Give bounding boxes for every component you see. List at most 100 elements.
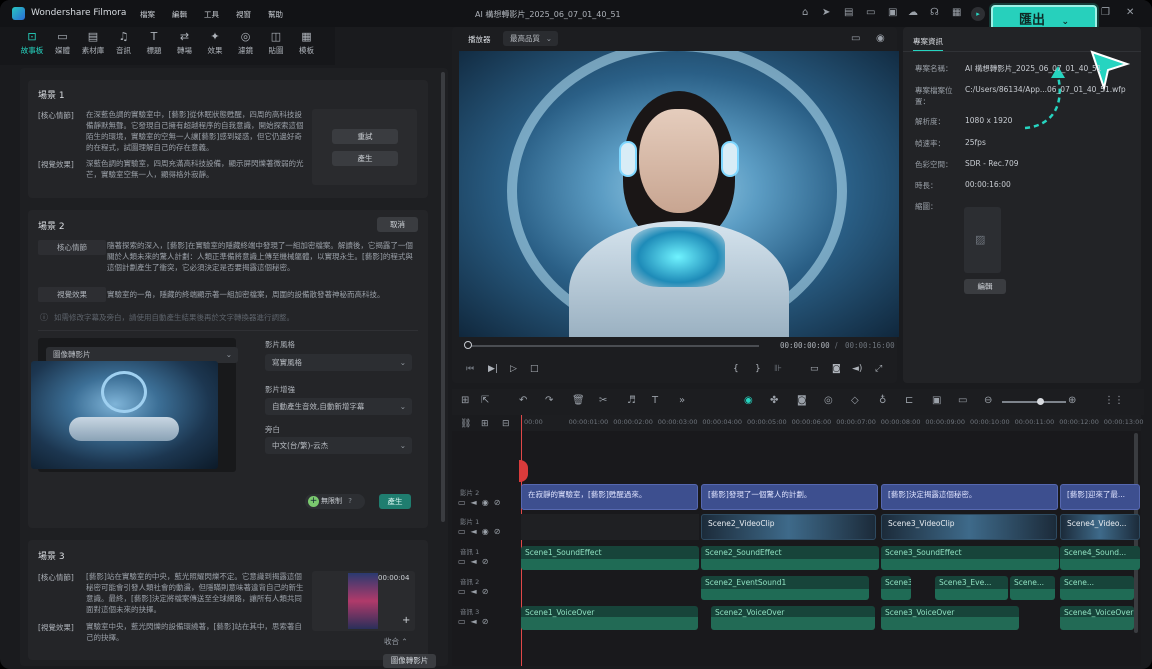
cancel-button[interactable]: 取消 (377, 217, 418, 232)
subtitle-icon[interactable]: ▭ (958, 395, 967, 406)
split-icon[interactable]: ⊪ (774, 364, 782, 374)
tool-4[interactable]: ♫ 音訊 (110, 30, 138, 56)
mic-icon[interactable]: ♁ (879, 395, 886, 406)
track-controls-icon[interactable]: ▭◄◉⊘ (458, 527, 505, 536)
scene1-generate-button[interactable]: 產生 (332, 151, 398, 166)
track-controls-icon[interactable]: ▭◄⊘ (458, 587, 493, 596)
title-clip[interactable]: [藝影]迎來了最... (1060, 484, 1140, 510)
tool-5[interactable]: T 標題 (140, 30, 168, 56)
enhance-select[interactable]: 自動產生音效,自動新增字幕 ⌄ (265, 398, 412, 415)
voiceover-clip[interactable]: Scene4_VoiceOver (1060, 606, 1134, 630)
video-clip[interactable]: Scene3_VideoClip (881, 514, 1057, 540)
grid-view-icon[interactable]: ⊞ (461, 395, 469, 406)
zoom-slider-handle[interactable] (1037, 398, 1044, 405)
grid-icon[interactable]: ▦ (952, 7, 961, 18)
text-icon[interactable]: T (652, 395, 658, 406)
ai-icon[interactable]: ◉ (744, 395, 753, 406)
project-info-tab[interactable]: 專案資訊 (913, 36, 943, 52)
play-button[interactable]: ▷ (510, 364, 517, 374)
display-icon[interactable]: ▭ (810, 364, 819, 374)
scrollbar[interactable] (441, 72, 445, 522)
undo-icon[interactable]: ↶ (519, 395, 527, 406)
eye-icon[interactable]: ◉ (876, 33, 885, 44)
image-to-video-button[interactable]: 圖像轉影片 (383, 654, 436, 668)
record-icon[interactable]: ◙ (797, 395, 807, 406)
play-icon[interactable]: ▶| (488, 364, 498, 374)
video-clip[interactable]: Scene2_VideoClip (701, 514, 876, 540)
gift-icon[interactable]: ⌂ (802, 7, 808, 18)
scene3-visual-text[interactable]: 實驗室中央，藍光閃爍的設備環繞著，[藝影]站在其中，思索著自己的抉擇。 (86, 621, 304, 643)
sound-effect-clip[interactable]: Scene2_SoundEffect (701, 546, 879, 570)
camera-icon[interactable]: ◙ (832, 364, 841, 374)
stop-icon[interactable]: □ (530, 364, 539, 374)
voice-select[interactable]: 中文(台/繁)-云杰 ⌄ (265, 437, 412, 454)
collapse-button[interactable]: 收合 ⌃ (384, 636, 408, 647)
cut-icon[interactable]: ✂ (599, 395, 607, 406)
event-sound-clip[interactable]: Scene3_... (881, 576, 911, 600)
track-controls-icon[interactable]: ▭◄⊘ (458, 557, 493, 566)
audio-edit-icon[interactable]: ♬ (627, 395, 636, 406)
tool-8[interactable]: ◎ 濾鏡 (232, 30, 260, 56)
video-preview[interactable] (459, 51, 899, 337)
notes-icon[interactable]: ▤ (844, 7, 853, 18)
scene2-generate-button[interactable]: 產生 (379, 494, 411, 509)
scene2-visual-text[interactable]: 實驗室的一角，隱藏的終端顯示著一組加密檔案，周圍的設備散發著神秘而高科技。 (107, 289, 417, 301)
event-sound-clip[interactable]: Scene3_Eve... (935, 576, 1008, 600)
shield-icon[interactable]: ◇ (851, 395, 859, 406)
sound-effect-clip[interactable]: Scene3_SoundEffect (881, 546, 1059, 570)
title-clip[interactable]: [藝影]發現了一個驚人的計劃。 (701, 484, 878, 510)
sound-effect-clip[interactable]: Scene1_SoundEffect (521, 546, 699, 570)
delete-icon[interactable]: 🗑 (572, 395, 585, 406)
marker-icon[interactable]: ⊏ (905, 395, 913, 406)
unlimited-badge[interactable]: + 無限制 ? (305, 494, 365, 509)
voiceover-clip[interactable]: Scene2_VoiceOver (711, 606, 875, 630)
snap-icon[interactable]: ✤ (770, 395, 778, 406)
track-add-icon[interactable]: ⊞ (481, 419, 489, 429)
scene2-image-thumbnail[interactable] (31, 361, 218, 469)
voiceover-clip[interactable]: Scene3_VoiceOver (881, 606, 1019, 630)
event-sound-clip[interactable]: Scene... (1010, 576, 1055, 600)
select-icon[interactable]: ⇱ (481, 395, 489, 406)
player-tab[interactable]: 播放器 (468, 34, 491, 45)
zoom-in-icon[interactable]: ⊕ (1068, 395, 1076, 406)
monitor-icon[interactable]: ▣ (888, 7, 897, 18)
redo-icon[interactable]: ↷ (545, 395, 553, 406)
add-icon[interactable]: + (402, 615, 410, 626)
menu-file[interactable]: 檔案 (140, 9, 155, 20)
progress-track[interactable] (467, 345, 759, 347)
support-icon[interactable]: ☊ (930, 7, 939, 18)
zoom-out-icon[interactable]: ⊖ (984, 395, 992, 406)
restore-icon[interactable]: ❐ (1101, 7, 1110, 18)
tool-9[interactable]: ◫ 貼圖 (262, 30, 290, 56)
scene2-core-text[interactable]: 隨著探索的深入，[藝影]在實驗室的隱藏終端中發現了一組加密檔案。解讀後，它揭露了… (107, 240, 417, 275)
menu-tools[interactable]: 工具 (204, 9, 219, 20)
track-manage-icon[interactable]: ⊟ (502, 419, 510, 429)
volume-icon[interactable]: ◄) (852, 364, 862, 374)
tool-2[interactable]: ▭ 媒體 (49, 30, 77, 56)
scene3-thumbnail-box[interactable]: 00:00:04 + (312, 571, 415, 631)
style-select[interactable]: 寫實風格 ⌄ (265, 354, 412, 371)
more-icon[interactable]: » (679, 395, 685, 406)
send-icon[interactable]: ➤ (822, 7, 830, 18)
mark-in-icon[interactable]: { (733, 364, 739, 374)
thumbnail-box[interactable]: ▨ (964, 207, 1001, 273)
voiceover-clip[interactable]: Scene1_VoiceOver (521, 606, 698, 630)
event-sound-clip[interactable]: Scene2_EventSound1 (701, 576, 869, 600)
title-clip[interactable]: [藝影]決定揭露這個秘密。 (881, 484, 1058, 510)
prev-frame-icon[interactable]: ⏮ (466, 364, 474, 374)
tool-3[interactable]: ▤ 素材庫 (79, 30, 107, 56)
tool-6[interactable]: ⇄ 轉場 (171, 30, 199, 56)
title-clip[interactable]: 在寂靜的實驗室，[藝影]甦醒過來。 (521, 484, 698, 510)
track-controls-icon[interactable]: ▭◄◉⊘ (458, 498, 505, 507)
cloud-icon[interactable]: ☁ (908, 7, 918, 18)
sound-effect-clip[interactable]: Scene4_Sound... (1060, 546, 1140, 570)
layout-icon[interactable]: ⋮⋮ (1104, 395, 1124, 406)
event-sound-clip[interactable]: Scene... (1060, 576, 1134, 600)
scene1-core-text[interactable]: 在深藍色調的實驗室中，[藝影]從休眠狀態甦醒，四周的高科技設備靜默無聲。它發現自… (86, 109, 304, 155)
snapshot-icon[interactable]: ▭ (851, 33, 860, 44)
menu-edit[interactable]: 編輯 (172, 9, 187, 20)
save-icon[interactable]: ▭ (866, 7, 875, 18)
progress-handle[interactable] (464, 341, 472, 349)
quality-select[interactable]: 最高品質 ⌄ (503, 31, 558, 46)
edit-thumbnail-button[interactable]: 編輯 (964, 279, 1006, 294)
